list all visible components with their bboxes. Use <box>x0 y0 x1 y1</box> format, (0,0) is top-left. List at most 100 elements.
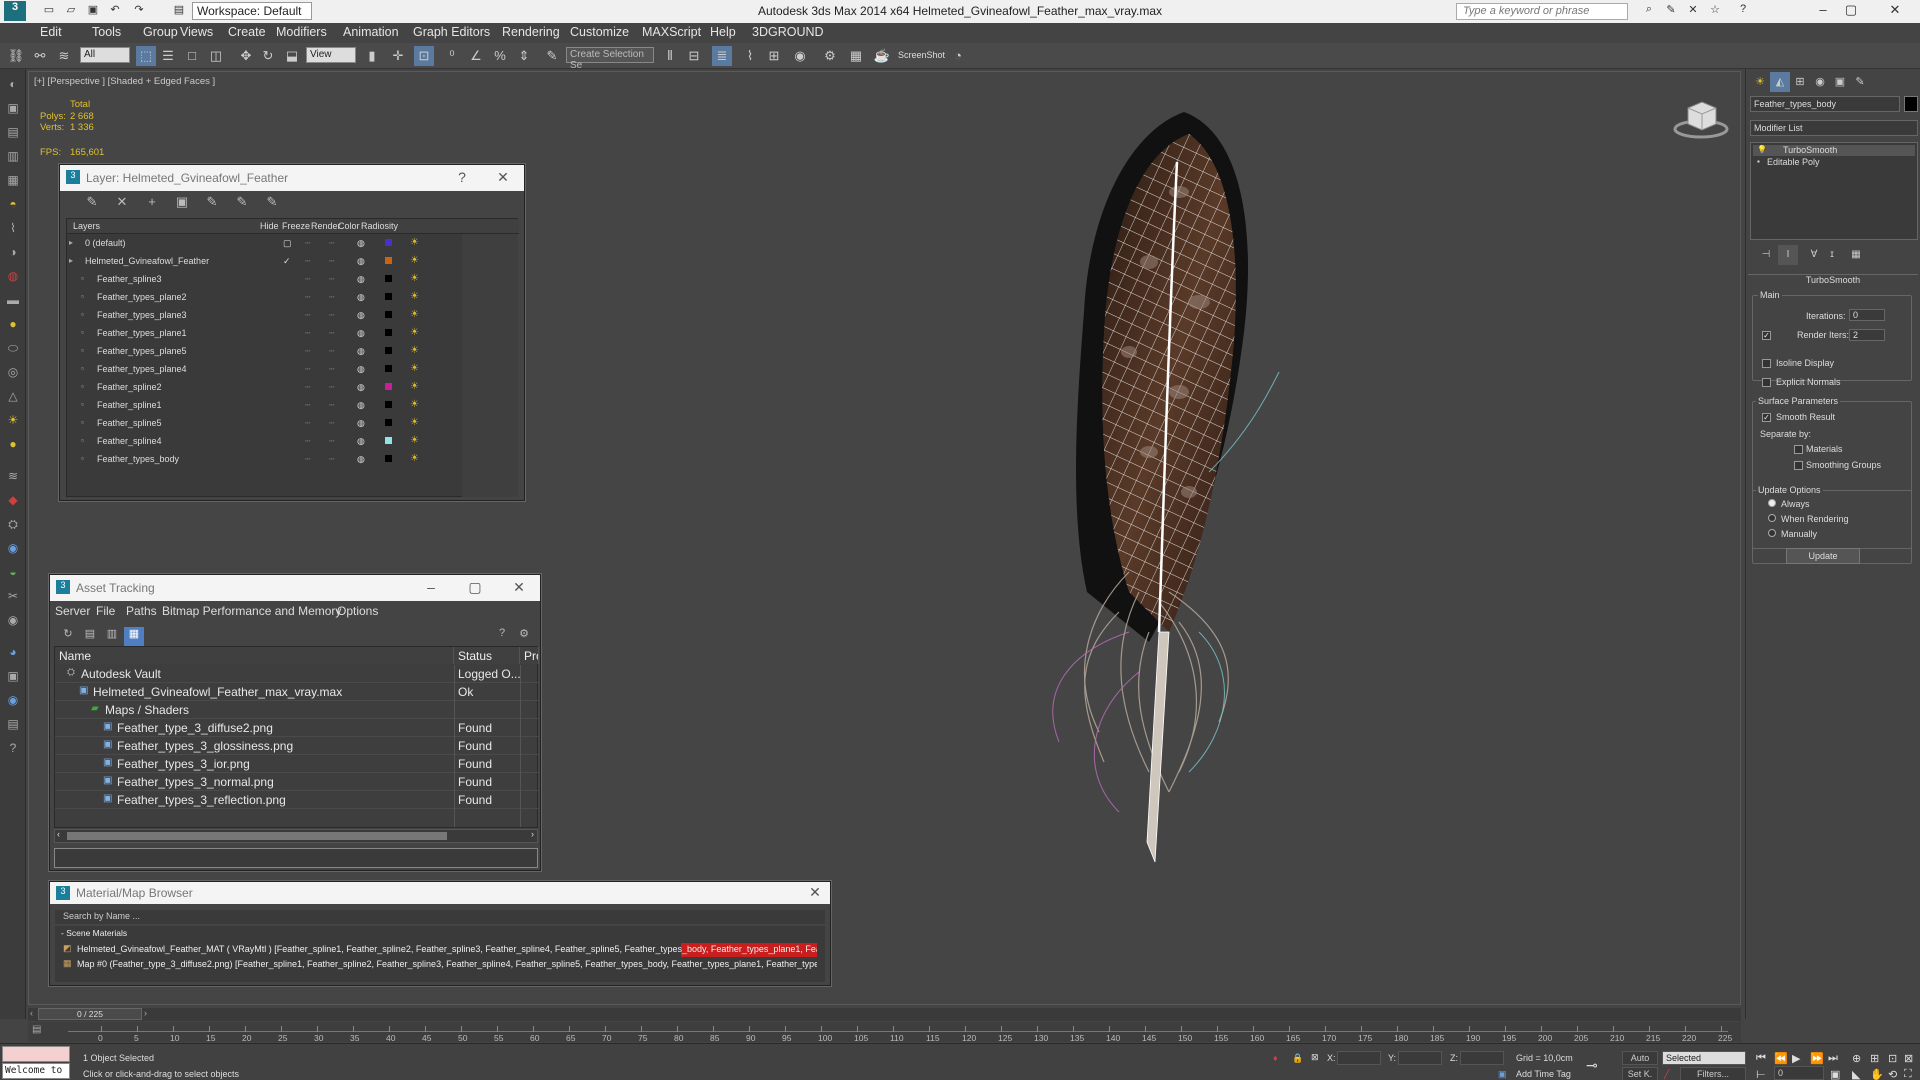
subscription-icon[interactable]: ✎ <box>1662 3 1680 19</box>
layer-column-header[interactable]: Radiosity <box>361 221 398 236</box>
close-window-button[interactable]: ✕ <box>1880 2 1910 20</box>
strip-tool-icon[interactable]: ✂ <box>3 589 23 607</box>
workspace-dropdown[interactable]: Workspace: Default <box>192 2 312 20</box>
layer-row[interactable]: ▫ Feather_spline2 ┄ ┄ ◍ ☀ <box>67 379 462 397</box>
menu-item[interactable]: Graph Editors <box>413 25 490 39</box>
go-to-start-icon[interactable]: ⏮ <box>1756 1052 1766 1065</box>
expand-plus-icon[interactable]: ▪ <box>1757 157 1760 166</box>
layer-name[interactable]: Feather_types_body <box>97 454 179 464</box>
bind-spacewarp-icon[interactable]: ≋ <box>54 46 74 66</box>
layer-column-header[interactable]: Layers <box>73 221 100 236</box>
asset-row[interactable]: ▣ Feather_type_3_diffuse2.png Found <box>55 719 539 737</box>
project-folder-icon[interactable]: ▤ <box>170 3 188 19</box>
strip-tool-icon[interactable]: ◎ <box>3 365 23 383</box>
render-toggle-icon[interactable]: ◍ <box>357 364 365 375</box>
restore-button[interactable]: ▢ <box>1836 2 1866 20</box>
strip-tool-icon[interactable]: ▤ <box>3 125 23 143</box>
isoline-checkbox[interactable] <box>1762 359 1771 368</box>
move-icon[interactable]: ✥ <box>236 46 256 66</box>
keyboard-shortcut-toggle-icon[interactable]: ⊡ <box>414 46 434 66</box>
asset-column-header[interactable]: Name <box>55 647 454 664</box>
material-name[interactable]: Helmeted_Gvineafowl_Feather_MAT ( VRayMt… <box>77 944 817 954</box>
auto-key-button[interactable]: Auto <box>1622 1051 1658 1065</box>
strip-tool-icon[interactable]: ◉ <box>3 613 23 631</box>
layer-manager-dialog[interactable]: 3 Layer: Helmeted_Gvineafowl_Feather ? ✕… <box>59 164 525 501</box>
radiosity-icon[interactable]: ☀ <box>410 435 419 446</box>
radiosity-icon[interactable]: ☀ <box>410 291 419 302</box>
freeze-toggle[interactable]: ┄ <box>329 400 334 411</box>
layer-expand-icon[interactable]: ▫ <box>81 292 84 301</box>
asset-name[interactable]: Feather_types_3_ior.png <box>117 757 250 771</box>
hide-toggle[interactable]: ┄ <box>305 274 310 285</box>
asset-row[interactable]: ▣ Feather_types_3_normal.png Found <box>55 773 539 791</box>
pin-stack-icon[interactable]: ⊣ <box>1756 245 1776 265</box>
layer-expand-icon[interactable]: ▸ <box>69 238 73 247</box>
prev-frame-arrow-icon[interactable]: ‹ <box>30 1008 33 1018</box>
radiosity-icon[interactable]: ☀ <box>410 273 419 284</box>
layer-name[interactable]: Feather_types_plane4 <box>97 364 187 374</box>
material-close-button[interactable]: ✕ <box>806 884 824 901</box>
lock-selection-icon[interactable]: 🔒 <box>1292 1053 1303 1064</box>
isolate-icon[interactable]: ♦ <box>1273 1053 1278 1063</box>
render-toggle-icon[interactable]: ◍ <box>357 454 365 465</box>
layer-row[interactable]: ▫ Feather_spline5 ┄ ┄ ◍ ☀ <box>67 415 462 433</box>
key-mode-dropdown[interactable]: Selected <box>1662 1051 1746 1065</box>
freeze-toggle[interactable]: ┄ <box>329 292 334 303</box>
layer-row[interactable]: ▫ Feather_spline4 ┄ ┄ ◍ ☀ <box>67 433 462 451</box>
layer-name[interactable]: Feather_spline4 <box>97 436 162 446</box>
select-manipulate-icon[interactable]: ✛ <box>388 46 408 66</box>
maxscript-listener-pink[interactable] <box>2 1046 70 1062</box>
layer-color-swatch[interactable] <box>385 275 392 282</box>
hide-toggle[interactable]: ┄ <box>305 364 310 375</box>
maxscript-listener-input[interactable]: Welcome to <box>2 1063 70 1079</box>
asset-row[interactable]: ▣ Feather_types_3_reflection.png Found <box>55 791 539 809</box>
asset-minimize-button[interactable]: – <box>422 579 440 595</box>
material-map-browser-dialog[interactable]: 3 Material/Map Browser ✕ Search by Name … <box>49 881 831 986</box>
hide-toggle[interactable]: ┄ <box>305 292 310 303</box>
strip-tool-icon[interactable]: ⌇ <box>3 221 23 239</box>
radiosity-icon[interactable]: ☀ <box>410 345 419 356</box>
stack-item-editable-poly[interactable]: Editable Poly <box>1767 157 1820 167</box>
undo-icon[interactable]: ↶ <box>106 3 124 19</box>
scroll-left-icon[interactable]: ‹ <box>57 829 60 839</box>
selection-filter-dropdown[interactable]: All <box>80 47 130 63</box>
zoom-extents-all-icon[interactable]: ⊠ <box>1904 1052 1913 1065</box>
modify-tab-icon[interactable]: ◭ <box>1770 72 1790 92</box>
set-key-button[interactable]: Set K. <box>1622 1067 1658 1080</box>
update-button[interactable]: Update <box>1786 548 1860 564</box>
material-name[interactable]: Map #0 (Feather_type_3_diffuse2.png) [Fe… <box>77 959 817 969</box>
asset-name[interactable]: Maps / Shaders <box>105 703 189 717</box>
utilities-tab-icon[interactable]: ✎ <box>1850 72 1870 92</box>
asset-row[interactable]: ▣ Feather_types_3_ior.png Found <box>55 755 539 773</box>
layer-color-swatch[interactable] <box>385 347 392 354</box>
asset-name[interactable]: Feather_types_3_glossiness.png <box>117 739 293 753</box>
asset-menu-item[interactable]: Bitmap Performance and Memory <box>162 604 341 618</box>
layer-row[interactable]: ▫ Feather_types_plane3 ┄ ┄ ◍ ☀ <box>67 307 462 325</box>
open-file-icon[interactable]: ▱ <box>62 3 80 19</box>
redo-icon[interactable]: ↷ <box>130 3 148 19</box>
layer-expand-icon[interactable]: ▫ <box>81 418 84 427</box>
layer-color-swatch[interactable] <box>385 329 392 336</box>
asset-tracking-dialog[interactable]: 3 Asset Tracking – ▢ ✕ Server File Paths Bi… <box>49 574 541 871</box>
material-editor-icon[interactable]: ◉ <box>790 46 810 66</box>
turbosmooth-rollout-title[interactable]: TurboSmooth <box>1748 274 1918 286</box>
scroll-right-icon[interactable]: › <box>531 829 534 839</box>
asset-close-button[interactable]: ✕ <box>510 579 528 596</box>
strip-tool-icon[interactable]: ◐ <box>3 77 23 95</box>
screenshot-label[interactable]: ScreenShot <box>898 50 945 60</box>
strip-tool-icon[interactable]: ◓ <box>3 197 23 215</box>
strip-tool-icon[interactable]: ▦ <box>3 173 23 191</box>
menu-item[interactable]: Edit <box>40 25 62 39</box>
always-radio[interactable] <box>1768 499 1776 507</box>
asset-help-icon[interactable]: ? <box>492 627 512 647</box>
radiosity-icon[interactable]: ☀ <box>410 327 419 338</box>
scrollbar-thumb[interactable] <box>67 832 447 840</box>
menu-item[interactable]: Views <box>180 25 213 39</box>
smooth-result-checkbox[interactable]: ✓ <box>1762 413 1771 422</box>
menu-item[interactable]: Animation <box>343 25 399 39</box>
strip-tool-icon[interactable]: ? <box>3 741 23 759</box>
layer-expand-icon[interactable]: ▫ <box>81 274 84 283</box>
freeze-all-icon[interactable]: ✎ <box>262 194 282 214</box>
render-toggle-icon[interactable]: ◍ <box>357 400 365 411</box>
layer-manager-icon[interactable]: ≣ <box>712 46 732 66</box>
